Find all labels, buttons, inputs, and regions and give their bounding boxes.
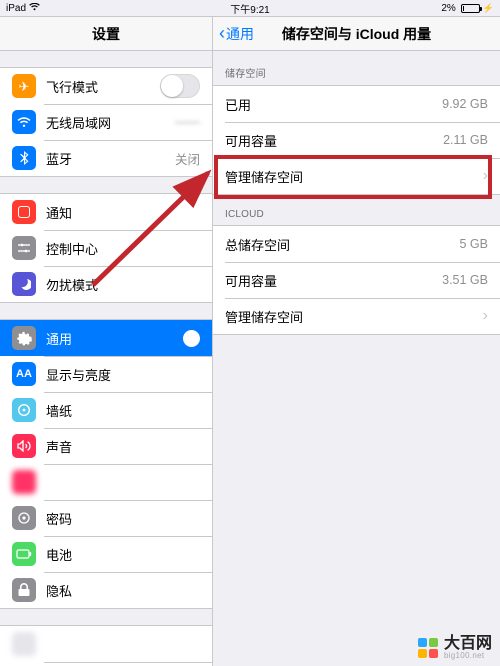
ic-available-value: 3.51 GB	[442, 273, 488, 287]
status-bar: iPad 下午9:21 2% ⚡	[0, 0, 500, 16]
row-airplane[interactable]: ✈︎ 飞行模式	[0, 68, 212, 104]
battery-label: 电池	[46, 545, 200, 564]
row-sound[interactable]: 声音	[0, 428, 212, 464]
group-connectivity: ✈︎ 飞行模式 无线局域网 ——	[0, 67, 212, 177]
back-button[interactable]: ‹ 通用	[219, 24, 254, 44]
row-notifications[interactable]: 通知	[0, 194, 212, 230]
ic-manage-label: 管理储存空间	[225, 307, 477, 326]
group-storage: 已用 9.92 GB 可用容量 2.11 GB 管理储存空间 ›	[213, 85, 500, 195]
battery-settings-icon	[12, 542, 36, 566]
chevron-right-icon: ›	[483, 168, 488, 184]
available-value: 2.11 GB	[443, 133, 488, 147]
gear-icon	[12, 326, 36, 350]
sound-icon	[12, 434, 36, 458]
group-store: iTunes Store 与 App Store	[0, 625, 212, 666]
watermark-name: 大百网	[444, 636, 492, 652]
redacted-icon	[12, 470, 36, 494]
clock: 下午9:21	[230, 1, 269, 16]
wifi-value: ——	[175, 115, 200, 129]
wifi-icon	[29, 3, 40, 14]
right-navbar: ‹ 通用 储存空间与 iCloud 用量	[213, 17, 500, 51]
manage-storage-label: 管理储存空间	[225, 167, 477, 186]
group-icloud: 总储存空间 5 GB 可用容量 3.51 GB 管理储存空间 ›	[213, 225, 500, 335]
control-center-label: 控制中心	[46, 239, 200, 258]
airplane-label: 飞行模式	[46, 77, 160, 96]
charging-icon: ⚡	[483, 3, 494, 14]
row-redacted[interactable]	[0, 464, 212, 500]
control-center-icon	[12, 236, 36, 260]
display-icon: AA	[12, 362, 36, 386]
passcode-label: 密码	[46, 509, 200, 528]
wallpaper-icon	[12, 398, 36, 422]
watermark-logo	[418, 638, 438, 658]
group-general: 通用 1 AA 显示与亮度 墙纸	[0, 319, 212, 609]
wifi-settings-icon	[12, 110, 36, 134]
row-battery[interactable]: 电池	[0, 536, 212, 572]
bluetooth-icon	[12, 146, 36, 170]
general-label: 通用	[46, 329, 183, 348]
row-wifi[interactable]: 无线局域网 ——	[0, 104, 212, 140]
left-navbar: 设置	[0, 17, 212, 51]
row-itunes[interactable]: iTunes Store 与 App Store	[0, 662, 212, 666]
bluetooth-value: 关闭	[175, 149, 200, 168]
privacy-icon	[12, 578, 36, 602]
row-icloud[interactable]	[0, 626, 212, 662]
battery-pct: 2%	[441, 3, 455, 14]
section-icloud-label: ICLOUD	[213, 195, 500, 225]
watermark-domain: big100.net	[444, 652, 492, 660]
settings-sidebar: 设置 ✈︎ 飞行模式 无线局域网 ——	[0, 17, 213, 666]
row-control-center[interactable]: 控制中心	[0, 230, 212, 266]
airplane-icon: ✈︎	[12, 74, 36, 98]
ic-available-label: 可用容量	[225, 271, 442, 290]
row-privacy[interactable]: 隐私	[0, 572, 212, 608]
notifications-label: 通知	[46, 203, 200, 222]
ic-total-label: 总储存空间	[225, 235, 460, 254]
wallpaper-label: 墙纸	[46, 401, 200, 420]
right-title: 储存空间与 iCloud 用量	[282, 24, 431, 44]
row-ic-available: 可用容量 3.51 GB	[213, 262, 500, 298]
watermark: 大百网 big100.net	[418, 636, 492, 660]
used-value: 9.92 GB	[442, 97, 488, 111]
left-title: 设置	[92, 24, 120, 44]
row-bluetooth[interactable]: 蓝牙 关闭	[0, 140, 212, 176]
section-storage-label: 储存空间	[213, 51, 500, 85]
wifi-label: 无线局域网	[46, 113, 175, 132]
dnd-label: 勿扰模式	[46, 275, 200, 294]
row-passcode[interactable]: 密码	[0, 500, 212, 536]
row-manage-storage[interactable]: 管理储存空间 ›	[213, 158, 500, 194]
airplane-switch[interactable]	[160, 74, 200, 98]
row-display[interactable]: AA 显示与亮度	[0, 356, 212, 392]
passcode-icon	[12, 506, 36, 530]
bluetooth-label: 蓝牙	[46, 149, 175, 168]
dnd-icon	[12, 272, 36, 296]
group-notify: 通知 控制中心 勿扰模式	[0, 193, 212, 303]
row-ic-manage[interactable]: 管理储存空间 ›	[213, 298, 500, 334]
row-available: 可用容量 2.11 GB	[213, 122, 500, 158]
row-used: 已用 9.92 GB	[213, 86, 500, 122]
chevron-right-icon: ›	[483, 308, 488, 324]
privacy-label: 隐私	[46, 581, 200, 600]
back-label: 通用	[226, 24, 254, 44]
detail-pane: ‹ 通用 储存空间与 iCloud 用量 储存空间 已用 9.92 GB 可用容…	[213, 17, 500, 666]
ic-total-value: 5 GB	[460, 237, 489, 251]
row-dnd[interactable]: 勿扰模式	[0, 266, 212, 302]
device-label: iPad	[6, 3, 26, 14]
chevron-left-icon: ‹	[219, 24, 225, 42]
notifications-icon	[12, 200, 36, 224]
available-label: 可用容量	[225, 131, 443, 150]
sound-label: 声音	[46, 437, 200, 456]
battery-icon	[459, 4, 480, 13]
row-general[interactable]: 通用 1	[0, 320, 212, 356]
row-wallpaper[interactable]: 墙纸	[0, 392, 212, 428]
row-ic-total: 总储存空间 5 GB	[213, 226, 500, 262]
used-label: 已用	[225, 95, 442, 114]
general-badge: 1	[183, 330, 200, 347]
icloud-icon	[12, 632, 36, 656]
display-label: 显示与亮度	[46, 365, 200, 384]
